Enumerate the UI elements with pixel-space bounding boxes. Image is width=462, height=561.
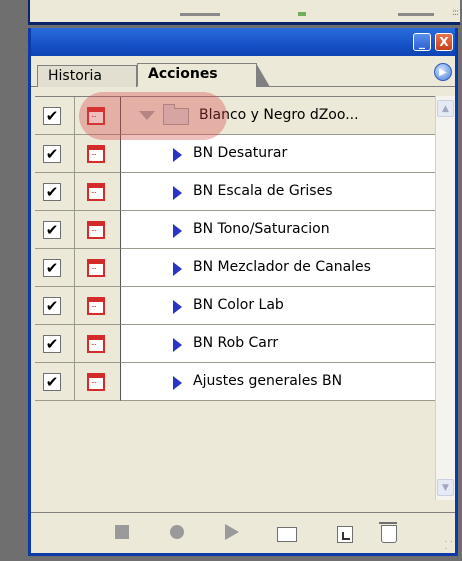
toggle-cell: ✔ <box>35 173 75 211</box>
record-icon[interactable] <box>170 525 184 539</box>
expand-triangle-icon[interactable] <box>173 262 182 276</box>
action-row[interactable]: ✔ BN Tono/Saturacion <box>35 211 435 249</box>
panel-menu-arrow-icon[interactable]: ▶ <box>434 63 452 81</box>
expand-triangle-icon[interactable] <box>173 186 182 200</box>
action-set-name-cell: Blanco y Negro dZoo... <box>121 97 435 135</box>
dialog-toggle-icon[interactable] <box>87 297 105 315</box>
action-name-cell: BN Desaturar <box>121 135 435 173</box>
dialog-toggle-icon[interactable] <box>87 373 105 391</box>
toggle-cell: ✔ <box>35 249 75 287</box>
dialog-cell <box>75 249 121 287</box>
action-name-cell: BN Tono/Saturacion <box>121 211 435 249</box>
expand-triangle-icon[interactable] <box>173 338 182 352</box>
tab-historia[interactable]: Historia <box>37 65 137 87</box>
close-button[interactable]: X <box>435 33 453 51</box>
action-set-row[interactable]: ✔ Blanco y Negro dZoo... <box>35 97 435 135</box>
dialog-cell <box>75 325 121 363</box>
expand-triangle-icon[interactable] <box>173 148 182 162</box>
previous-palette-edge: ::: <box>28 0 460 25</box>
actions-palette-window: _ X Historia Acciones ▶ ✔ Blanco y Negro… <box>28 28 458 556</box>
scroll-down-icon[interactable]: ▼ <box>437 479 454 496</box>
action-row[interactable]: ✔ BN Desaturar <box>35 135 435 173</box>
play-icon[interactable] <box>225 524 239 540</box>
dialog-toggle-icon[interactable] <box>87 145 105 163</box>
palette-divider <box>180 13 220 16</box>
action-row[interactable]: ✔ BN Mezclador de Canales <box>35 249 435 287</box>
palette-divider <box>398 13 434 16</box>
dialog-cell <box>75 135 121 173</box>
dialog-cell <box>75 363 121 401</box>
action-row[interactable]: ✔ Ajustes generales BN <box>35 363 435 401</box>
action-checkbox[interactable]: ✔ <box>43 259 61 277</box>
action-label: BN Mezclador de Canales <box>193 259 371 275</box>
expand-triangle-icon[interactable] <box>173 300 182 314</box>
stop-icon[interactable] <box>115 525 129 539</box>
action-row[interactable]: ✔ BN Rob Carr <box>35 325 435 363</box>
action-row[interactable]: ✔ BN Color Lab <box>35 287 435 325</box>
toggle-cell: ✔ <box>35 211 75 249</box>
action-name-cell: BN Mezclador de Canales <box>121 249 435 287</box>
dialog-toggle-icon[interactable] <box>87 259 105 277</box>
dialog-toggle-icon[interactable] <box>87 335 105 353</box>
action-label: BN Rob Carr <box>193 335 279 351</box>
toggle-cell: ✔ <box>35 325 75 363</box>
action-checkbox[interactable]: ✔ <box>43 373 61 391</box>
resize-grip-icon[interactable]: . .. <box>444 536 453 552</box>
action-checkbox[interactable]: ✔ <box>43 145 61 163</box>
titlebar[interactable]: _ X <box>31 28 455 56</box>
vertical-scrollbar[interactable]: ▲ ▼ <box>435 96 455 500</box>
action-checkbox[interactable]: ✔ <box>43 297 61 315</box>
expand-triangle-icon[interactable] <box>173 224 182 238</box>
action-checkbox[interactable]: ✔ <box>43 221 61 239</box>
action-set-label: Blanco y Negro dZoo... <box>199 107 359 123</box>
action-label: BN Desaturar <box>193 145 288 161</box>
dialog-toggle-icon[interactable] <box>87 107 105 125</box>
tab-bar: Historia Acciones <box>31 56 455 87</box>
actions-list: ✔ Blanco y Negro dZoo... ✔ BN Desaturar … <box>35 96 435 415</box>
action-set-checkbox[interactable]: ✔ <box>43 107 61 125</box>
action-checkbox[interactable]: ✔ <box>43 335 61 353</box>
action-row[interactable]: ✔ BN Escala de Grises <box>35 173 435 211</box>
action-label: BN Tono/Saturacion <box>193 221 330 237</box>
dialog-cell <box>75 173 121 211</box>
action-name-cell: BN Rob Carr <box>121 325 435 363</box>
minimize-button[interactable]: _ <box>413 33 431 51</box>
action-checkbox[interactable]: ✔ <box>43 183 61 201</box>
new-set-icon[interactable] <box>277 527 297 542</box>
dialog-toggle-icon[interactable] <box>87 183 105 201</box>
action-label: BN Escala de Grises <box>193 183 333 199</box>
toggle-cell: ✔ <box>35 97 75 135</box>
collapse-triangle-icon[interactable] <box>139 111 155 120</box>
dialog-toggle-icon[interactable] <box>87 221 105 239</box>
action-label: Ajustes generales BN <box>193 373 343 389</box>
dialog-cell <box>75 211 121 249</box>
toggle-cell: ✔ <box>35 135 75 173</box>
tab-acciones[interactable]: Acciones <box>137 63 270 87</box>
dialog-cell <box>75 97 121 135</box>
action-name-cell: BN Color Lab <box>121 287 435 325</box>
scroll-up-icon[interactable]: ▲ <box>437 100 454 117</box>
actions-toolbar: . .. <box>31 512 455 553</box>
new-action-icon[interactable] <box>337 526 353 543</box>
status-indicator <box>298 12 306 16</box>
action-label: BN Color Lab <box>193 297 284 313</box>
trash-icon[interactable] <box>379 522 397 543</box>
toggle-cell: ✔ <box>35 287 75 325</box>
action-name-cell: Ajustes generales BN <box>121 363 435 401</box>
expand-triangle-icon[interactable] <box>173 376 182 390</box>
toggle-cell: ✔ <box>35 363 75 401</box>
folder-icon <box>163 104 189 125</box>
dialog-cell <box>75 287 121 325</box>
resize-grip-icon: ::: <box>451 8 459 18</box>
action-name-cell: BN Escala de Grises <box>121 173 435 211</box>
